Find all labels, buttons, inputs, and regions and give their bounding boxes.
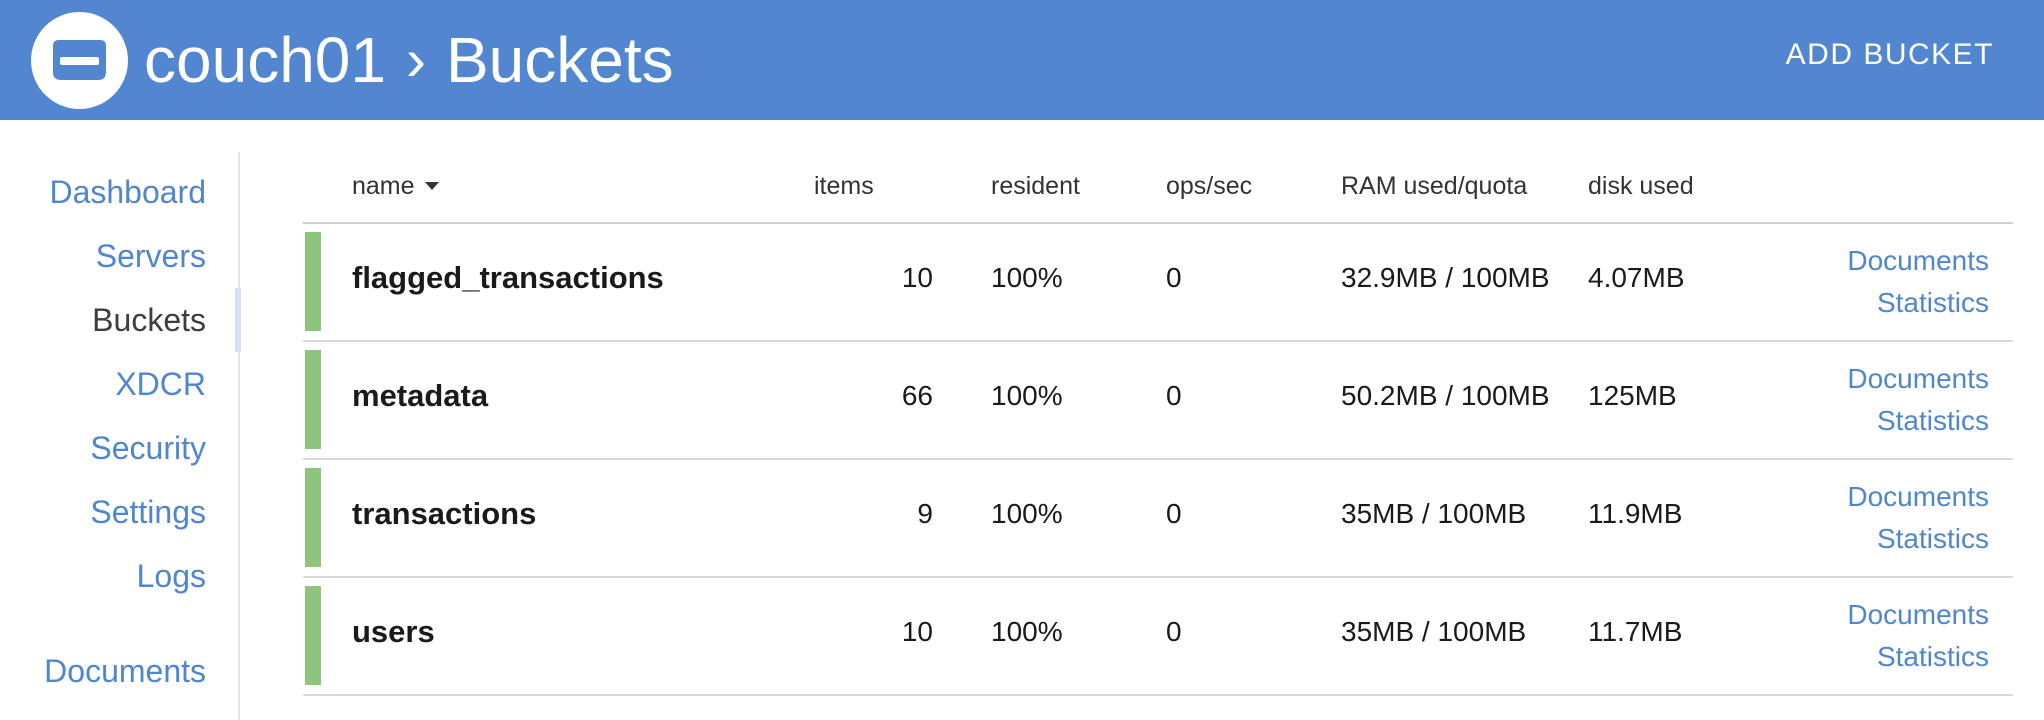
- table-header: name items resident ops/sec RAM used/quo…: [303, 152, 2013, 224]
- bucket-links: Documents Statistics: [1847, 594, 1989, 678]
- bucket-name[interactable]: metadata: [352, 378, 488, 414]
- bucket-status-indicator: [305, 468, 321, 567]
- bucket-links: Documents Statistics: [1847, 240, 1989, 324]
- statistics-link[interactable]: Statistics: [1847, 636, 1989, 678]
- column-header-items: items: [814, 172, 874, 200]
- statistics-link[interactable]: Statistics: [1847, 518, 1989, 560]
- bucket-resident: 100%: [991, 498, 1063, 529]
- bucket-ops: 0: [1166, 380, 1182, 411]
- bucket-disk: 4.07MB: [1588, 262, 1685, 293]
- bucket-status-indicator: [305, 350, 321, 449]
- breadcrumb-cluster-name[interactable]: couch01: [144, 20, 386, 100]
- table-row: transactions 9 100% 0 35MB / 100MB 11.9M…: [303, 460, 2013, 578]
- app-header: couch01 › Buckets ADD BUCKET: [0, 0, 2044, 120]
- sidebar-item-settings[interactable]: Settings: [90, 494, 206, 531]
- bucket-ram: 32.9MB / 100MB: [1341, 262, 1550, 293]
- documents-link[interactable]: Documents: [1847, 594, 1989, 636]
- documents-link[interactable]: Documents: [1847, 476, 1989, 518]
- sidebar-item-buckets[interactable]: Buckets: [92, 302, 206, 339]
- column-header-name-label: name: [352, 172, 415, 200]
- breadcrumb-separator-icon: ›: [405, 26, 426, 93]
- bucket-ram: 50.2MB / 100MB: [1341, 380, 1550, 411]
- bucket-disk: 125MB: [1588, 380, 1677, 411]
- bucket-ops: 0: [1166, 498, 1182, 529]
- bucket-status-indicator: [305, 586, 321, 685]
- sidebar-item-documents[interactable]: Documents: [44, 653, 206, 690]
- bucket-items: 9: [917, 498, 933, 529]
- sidebar-item-logs[interactable]: Logs: [137, 558, 206, 595]
- column-header-ram: RAM used/quota: [1341, 172, 1528, 200]
- table-row: users 10 100% 0 35MB / 100MB 11.7MB Docu…: [303, 578, 2013, 696]
- sidebar-item-xdcr[interactable]: XDCR: [115, 366, 206, 403]
- caret-down-icon: [424, 182, 439, 190]
- bucket-items: 66: [901, 380, 933, 411]
- bucket-ram: 35MB / 100MB: [1341, 616, 1527, 647]
- bucket-disk: 11.7MB: [1588, 616, 1683, 647]
- bucket-links: Documents Statistics: [1847, 476, 1989, 560]
- sidebar-item-dashboard[interactable]: Dashboard: [49, 174, 206, 211]
- table-row: flagged_transactions 10 100% 0 32.9MB / …: [303, 224, 2013, 342]
- breadcrumb: couch01 › Buckets: [144, 20, 674, 100]
- statistics-link[interactable]: Statistics: [1847, 282, 1989, 324]
- bucket-resident: 100%: [991, 262, 1063, 293]
- sidebar-item-servers[interactable]: Servers: [96, 238, 206, 275]
- page-title: Buckets: [445, 24, 674, 96]
- column-header-name[interactable]: name: [352, 172, 439, 201]
- bucket-name[interactable]: flagged_transactions: [352, 260, 664, 296]
- bucket-disk: 11.9MB: [1588, 498, 1683, 529]
- column-header-disk: disk used: [1588, 172, 1694, 200]
- buckets-table: name items resident ops/sec RAM used/quo…: [303, 152, 2013, 696]
- bucket-status-indicator: [305, 232, 321, 331]
- sidebar-item-security[interactable]: Security: [90, 430, 206, 467]
- column-header-ops: ops/sec: [1166, 172, 1253, 200]
- documents-link[interactable]: Documents: [1847, 240, 1989, 282]
- bucket-items: 10: [901, 262, 933, 293]
- documents-link[interactable]: Documents: [1847, 358, 1989, 400]
- statistics-link[interactable]: Statistics: [1847, 400, 1989, 442]
- bucket-ops: 0: [1166, 616, 1182, 647]
- sidebar-nav: Dashboard Servers Buckets XDCR Security …: [0, 152, 241, 720]
- bucket-resident: 100%: [991, 380, 1063, 411]
- couchbase-logo-icon[interactable]: [31, 12, 128, 109]
- bucket-ram: 35MB / 100MB: [1341, 498, 1527, 529]
- bucket-items: 10: [901, 616, 933, 647]
- bucket-ops: 0: [1166, 262, 1182, 293]
- active-nav-indicator: [235, 288, 241, 352]
- column-header-resident: resident: [991, 172, 1080, 200]
- bucket-resident: 100%: [991, 616, 1063, 647]
- bucket-name[interactable]: transactions: [352, 496, 536, 532]
- add-bucket-button[interactable]: ADD BUCKET: [1786, 38, 1994, 72]
- table-row: metadata 66 100% 0 50.2MB / 100MB 125MB …: [303, 342, 2013, 460]
- bucket-name[interactable]: users: [352, 614, 435, 650]
- bucket-links: Documents Statistics: [1847, 358, 1989, 442]
